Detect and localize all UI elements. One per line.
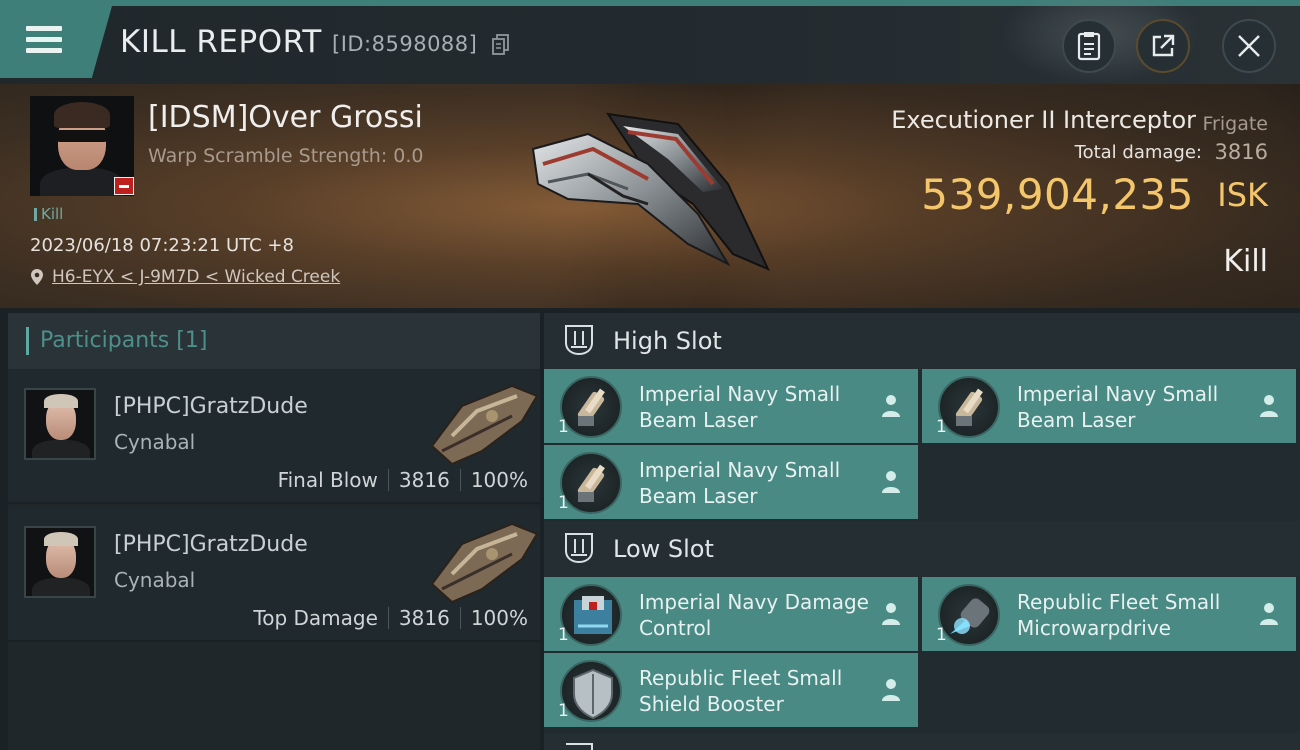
kill-tag-marker [34, 207, 37, 221]
share-button[interactable] [1136, 19, 1190, 73]
beam-laser-icon [560, 376, 622, 438]
fitting-panel: High Slot 1 Imperial Navy Small Beam Las… [544, 313, 1300, 750]
participant-role: Top Damage [253, 606, 378, 630]
person-icon[interactable] [880, 393, 902, 419]
close-icon [1238, 35, 1260, 57]
share-icon [1152, 34, 1175, 57]
low-slot-label: Low Slot [613, 535, 714, 563]
kill-summary-banner: [IDSM]Over Grossi Warp Scramble Strength… [0, 84, 1300, 308]
top-bar: KILL REPORT [ID:8598088] [0, 0, 1300, 84]
location-pin-icon [31, 269, 43, 285]
hamburger-icon [26, 26, 62, 59]
kill-tag-label: Kill [41, 205, 64, 223]
participant-name[interactable]: [PHPC]GratzDude [114, 394, 308, 419]
shield-booster-icon [560, 660, 622, 722]
module-name: Imperial Navy Small Beam Laser [1017, 382, 1219, 432]
kill-tag: Kill [34, 205, 63, 223]
module-quantity: 1 [936, 417, 947, 437]
participant-percent: 100% [470, 468, 528, 492]
isk-unit: ISK [1217, 176, 1268, 214]
module-name: Imperial Navy Damage Control [639, 590, 869, 640]
close-button[interactable] [1222, 19, 1276, 73]
victim-ship-image[interactable] [528, 104, 778, 274]
slot-icon [566, 743, 593, 750]
participants-count: [1] [176, 328, 208, 353]
module-name: Imperial Navy Small Beam Laser [639, 382, 841, 432]
module-quantity: 1 [558, 625, 569, 645]
module-item[interactable]: 1 Imperial Navy Small Beam Laser [544, 445, 918, 519]
menu-button[interactable] [0, 6, 112, 78]
high-slot-icon [565, 325, 593, 356]
participants-header[interactable]: Participants [1] [8, 313, 540, 369]
low-slot-header: Low Slot [544, 521, 1300, 577]
module-item[interactable]: 1 Republic Fleet Small Microwarpdrive [922, 577, 1296, 651]
total-damage-value: 3816 [1214, 140, 1268, 164]
participant-percent: 100% [470, 606, 528, 630]
next-slot-header [544, 733, 1300, 750]
module-quantity: 1 [936, 625, 947, 645]
participant-ship: Cynabal [114, 568, 196, 592]
damage-control-icon [560, 584, 622, 646]
result-label: Kill [1223, 244, 1268, 279]
module-item[interactable]: 1 Republic Fleet Small Shield Booster [544, 653, 918, 727]
module-name: Republic Fleet Small Microwarpdrive [1017, 590, 1221, 640]
hostile-status-icon [114, 177, 134, 195]
participant-row[interactable]: [PHPC]GratzDude Cynabal Top Damage 3816 … [8, 508, 540, 642]
person-icon[interactable] [880, 677, 902, 703]
document-icon [1077, 32, 1101, 61]
person-icon[interactable] [1258, 393, 1280, 419]
participant-role: Final Blow [277, 468, 378, 492]
high-slot-header: High Slot [544, 313, 1300, 369]
victim-name[interactable]: [IDSM]Over Grossi [148, 100, 423, 135]
participant-damage: 3816 [398, 468, 450, 492]
high-slot-label: High Slot [613, 327, 722, 355]
isk-value: 539,904,235 [921, 170, 1194, 219]
participant-ship: Cynabal [114, 430, 196, 454]
low-slot-icon [565, 533, 593, 564]
participants-panel: Participants [1] [PHPC]GratzDude Cynabal… [8, 313, 540, 750]
participant-stats: Top Damage 3816 100% [253, 606, 528, 630]
module-item[interactable]: 1 Imperial Navy Small Beam Laser [544, 369, 918, 443]
participant-ship-image[interactable] [422, 376, 542, 466]
participant-damage: 3816 [398, 606, 450, 630]
report-id: [ID:8598088] [332, 32, 478, 56]
person-icon[interactable] [1258, 601, 1280, 627]
microwarpdrive-icon [938, 584, 1000, 646]
participant-name[interactable]: [PHPC]GratzDude [114, 532, 308, 557]
participant-ship-image[interactable] [422, 514, 542, 604]
kill-timestamp: 2023/06/18 07:23:21 UTC +8 [30, 235, 294, 256]
participants-title: Participants [1] [40, 328, 208, 353]
victim-ship-name[interactable]: Executioner II Interceptor [891, 106, 1196, 134]
participant-portrait[interactable] [24, 388, 96, 460]
module-quantity: 1 [558, 417, 569, 437]
copy-icon[interactable] [492, 34, 510, 56]
module-item[interactable]: 1 Imperial Navy Damage Control [544, 577, 918, 651]
person-icon[interactable] [880, 469, 902, 495]
page-title: KILL REPORT [120, 24, 322, 60]
module-quantity: 1 [558, 701, 569, 721]
participant-portrait[interactable] [24, 526, 96, 598]
module-quantity: 1 [558, 493, 569, 513]
person-icon[interactable] [880, 601, 902, 627]
beam-laser-icon [938, 376, 1000, 438]
victim-ship-class: Frigate [1202, 113, 1268, 135]
module-name: Republic Fleet Small Shield Booster [639, 666, 843, 716]
participant-row[interactable]: [PHPC]GratzDude Cynabal Final Blow 3816 … [8, 370, 540, 504]
location-link[interactable]: H6-EYX < J-9M7D < Wicked Creek [52, 267, 340, 287]
report-document-button[interactable] [1062, 19, 1116, 73]
module-name: Imperial Navy Small Beam Laser [639, 458, 841, 508]
module-item[interactable]: 1 Imperial Navy Small Beam Laser [922, 369, 1296, 443]
beam-laser-icon [560, 452, 622, 514]
total-damage-label: Total damage: [1074, 142, 1202, 163]
participant-stats: Final Blow 3816 100% [278, 468, 528, 492]
warp-scramble-strength: Warp Scramble Strength: 0.0 [148, 145, 424, 167]
location-row: H6-EYX < J-9M7D < Wicked Creek [30, 267, 340, 287]
